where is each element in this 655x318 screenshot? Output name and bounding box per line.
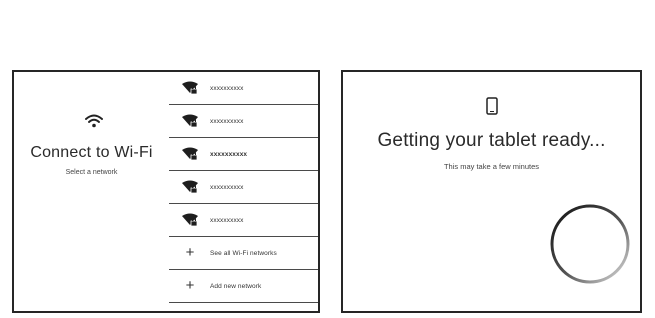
wifi-locked-icon (182, 213, 198, 227)
network-item-selected[interactable]: xxxxxxxxxx (169, 138, 318, 171)
see-all-networks-label: See all Wi-Fi networks (210, 249, 277, 257)
see-all-networks-button[interactable]: + See all Wi-Fi networks (169, 237, 318, 270)
network-name: xxxxxxxxxx (210, 117, 244, 125)
network-item[interactable]: xxxxxxxxxx (169, 171, 318, 204)
network-item[interactable]: xxxxxxxxxx (169, 204, 318, 237)
wifi-icon (84, 113, 104, 129)
add-network-label: Add new network (210, 282, 262, 290)
setup-subtitle: This may take a few minutes (443, 162, 540, 171)
tablet-icon (486, 97, 498, 115)
plus-icon: + (185, 277, 195, 294)
network-item[interactable]: xxxxxxxxxx (169, 105, 318, 138)
network-name: xxxxxxxxxx (210, 183, 244, 191)
wifi-locked-icon (182, 114, 198, 128)
wifi-locked-icon (182, 180, 198, 194)
network-name: xxxxxxxxxx (210, 150, 248, 158)
tablet-setup-panel: Getting your tablet ready... This may ta… (341, 70, 642, 313)
network-item[interactable]: xxxxxxxxxx (169, 72, 318, 105)
page-title: Connect to Wi-Fi (30, 144, 153, 161)
page-subtitle: Select a network (65, 169, 118, 176)
network-name: xxxxxxxxxx (210, 216, 244, 224)
network-list: xxxxxxxxxx xxxxxxxxxx xxxxxxxxxx xxxxxxx… (169, 72, 318, 311)
plus-icon: + (185, 244, 195, 261)
setup-title: Getting your tablet ready... (377, 130, 606, 151)
wifi-setup-panel: Connect to Wi-Fi Select a network xxxxxx… (12, 70, 320, 313)
wifi-locked-icon (182, 81, 198, 95)
add-network-button[interactable]: + Add new network (169, 270, 318, 303)
network-name: xxxxxxxxxx (210, 84, 244, 92)
wifi-locked-icon (182, 147, 198, 161)
loading-spinner-icon (547, 201, 633, 287)
wifi-header: Connect to Wi-Fi Select a network (14, 72, 169, 311)
